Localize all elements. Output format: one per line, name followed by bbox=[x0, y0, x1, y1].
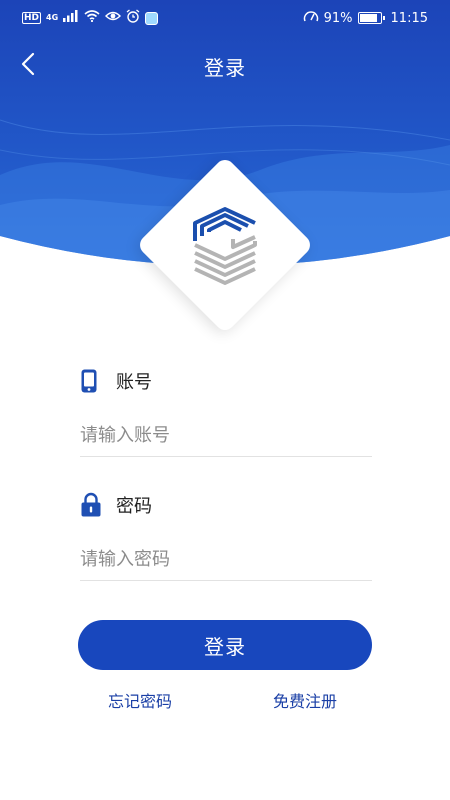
account-label: 账号 bbox=[116, 372, 152, 393]
network-type: 4G bbox=[46, 13, 59, 22]
page-title: 登录 bbox=[204, 55, 246, 80]
password-input[interactable] bbox=[80, 539, 372, 581]
wifi-icon bbox=[84, 10, 100, 26]
password-field-group: 密码 bbox=[80, 490, 372, 581]
speed-icon bbox=[303, 10, 319, 26]
eye-icon bbox=[105, 10, 122, 26]
status-bar: HD 4G 91% 11:15 bbox=[0, 0, 450, 36]
password-label: 密码 bbox=[116, 496, 152, 517]
alarm-icon bbox=[126, 9, 140, 27]
app-notification-icon bbox=[145, 11, 159, 25]
hd-badge: HD bbox=[22, 12, 42, 24]
forgot-password-link[interactable]: 忘记密码 bbox=[108, 688, 172, 712]
account-label-row: 账号 bbox=[80, 366, 372, 396]
account-field-group: 账号 bbox=[80, 366, 372, 457]
phone-icon bbox=[80, 368, 104, 394]
password-label-row: 密码 bbox=[80, 490, 372, 520]
battery-icon bbox=[357, 12, 385, 24]
signal-icon bbox=[63, 10, 79, 26]
battery-percent: 91% bbox=[323, 10, 353, 26]
register-link[interactable]: 免费注册 bbox=[273, 688, 337, 712]
back-button[interactable] bbox=[12, 50, 44, 82]
nav-bar: 登录 bbox=[0, 36, 450, 96]
login-button[interactable]: 登录 bbox=[78, 620, 372, 670]
company-logo bbox=[187, 205, 263, 285]
account-input[interactable] bbox=[80, 415, 372, 457]
battery-level bbox=[359, 14, 377, 22]
lock-icon bbox=[80, 492, 104, 518]
chevron-left-icon bbox=[21, 52, 35, 80]
clock-time: 11:15 bbox=[390, 10, 428, 26]
